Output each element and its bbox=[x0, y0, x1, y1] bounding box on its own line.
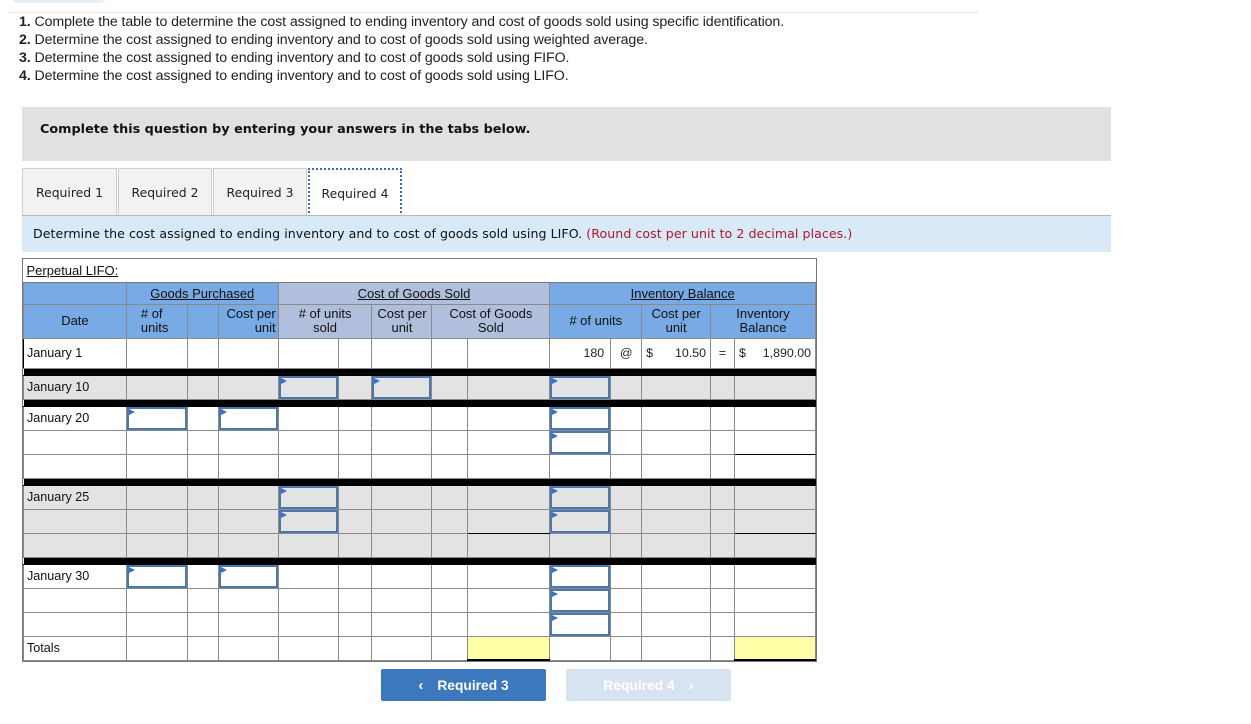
instruction-banner: Complete this question by entering your … bbox=[22, 107, 1111, 161]
ib-units-input[interactable] bbox=[549, 587, 612, 613]
next-button-label: Required 4 bbox=[603, 677, 675, 693]
ib-cost-value: $10.50 bbox=[641, 337, 712, 369]
table-row-jan25-3 bbox=[23, 532, 817, 558]
chevron-left-icon: ‹ bbox=[418, 676, 424, 694]
top-scroll-pill bbox=[12, 0, 106, 3]
instruction-text: Complete this question by entering your … bbox=[40, 122, 531, 137]
equals-symbol: = bbox=[710, 337, 735, 369]
question-item: 3. Determine the cost assigned to ending… bbox=[19, 50, 570, 66]
tab-required-2[interactable]: Required 2 bbox=[118, 168, 212, 216]
date-cell: January 25 bbox=[23, 484, 127, 510]
header-date: Date bbox=[23, 303, 127, 339]
gp-units-input[interactable] bbox=[125, 563, 188, 589]
sub-instruction: Determine the cost assigned to ending in… bbox=[22, 216, 1111, 252]
tab-bar: Required 1 Required 2 Required 3 Require… bbox=[22, 168, 403, 217]
tab-required-4[interactable]: Required 4 bbox=[308, 168, 402, 217]
row-separator bbox=[23, 556, 816, 565]
ib-units-input[interactable] bbox=[549, 611, 612, 637]
row-separator bbox=[23, 367, 816, 376]
row-separator bbox=[23, 398, 816, 407]
date-cell: January 20 bbox=[23, 405, 127, 431]
perpetual-lifo-table: Perpetual LIFO: Goods Purchased Cost of … bbox=[22, 258, 817, 662]
header-gp-cost: Cost per unit bbox=[217, 303, 279, 339]
cogs-cost-input[interactable] bbox=[371, 374, 433, 400]
table-row-jan1: January 1 180 @ $10.50 = $1,890.00 bbox=[23, 337, 817, 369]
header-ib-balance: Inventory Balance bbox=[710, 303, 816, 339]
cogs-units-input[interactable] bbox=[277, 374, 339, 400]
prev-required-3-button[interactable]: ‹ Required 3 bbox=[381, 669, 546, 701]
next-required-4-button: Required 4 › bbox=[566, 669, 731, 701]
ib-units-value: 180 bbox=[549, 337, 612, 369]
table-title: Perpetual LIFO: bbox=[23, 259, 816, 283]
date-cell: January 1 bbox=[23, 337, 127, 369]
ib-units-input[interactable] bbox=[549, 429, 612, 455]
gp-cost-input[interactable] bbox=[217, 405, 279, 431]
rounding-note: (Round cost per unit to 2 decimal places… bbox=[586, 226, 853, 241]
table-row-jan30: January 30 bbox=[23, 563, 817, 589]
sub-instruction-text: Determine the cost assigned to ending in… bbox=[33, 226, 583, 241]
date-cell: January 10 bbox=[23, 374, 127, 400]
ending-inventory-total-cell bbox=[733, 635, 817, 661]
table-row-jan25: January 25 bbox=[23, 484, 817, 510]
table-row-jan30-3 bbox=[23, 611, 817, 637]
header-goods-purchased: Goods Purchased bbox=[125, 281, 279, 305]
header-cogs-cost: Cost per unit bbox=[371, 303, 433, 339]
row-separator bbox=[23, 477, 816, 486]
tab-required-3[interactable]: Required 3 bbox=[213, 168, 307, 216]
gp-units-input[interactable] bbox=[125, 405, 188, 431]
header-gp-spacer bbox=[186, 303, 219, 339]
question-item: 2. Determine the cost assigned to ending… bbox=[19, 32, 648, 48]
gp-cost-input[interactable] bbox=[217, 563, 279, 589]
ib-units-input[interactable] bbox=[549, 563, 612, 589]
chevron-right-icon: › bbox=[688, 676, 694, 694]
cogs-units-input[interactable] bbox=[277, 508, 339, 534]
ib-units-input[interactable] bbox=[549, 405, 612, 431]
table-row-jan20: January 20 bbox=[23, 405, 817, 431]
ib-units-input[interactable] bbox=[549, 508, 612, 534]
totals-label: Totals bbox=[23, 635, 127, 661]
header-cost-of-goods-sold: Cost of Goods Sold bbox=[277, 281, 551, 305]
header-gp-units: # of units bbox=[125, 303, 188, 339]
tab-required-1[interactable]: Required 1 bbox=[22, 168, 117, 216]
header-inventory-balance: Inventory Balance bbox=[549, 281, 816, 305]
cogs-total-cell bbox=[467, 635, 551, 661]
header-blank bbox=[23, 281, 127, 305]
question-item: 4. Determine the cost assigned to ending… bbox=[19, 68, 569, 84]
table-row-jan20-3 bbox=[23, 453, 817, 479]
header-ib-units: # of units bbox=[549, 303, 643, 339]
cogs-units-input[interactable] bbox=[277, 484, 339, 510]
ib-balance-value: $1,890.00 bbox=[733, 337, 817, 369]
ib-units-input[interactable] bbox=[549, 374, 612, 400]
header-cogs-units: # of units sold bbox=[277, 303, 373, 339]
table-row-jan20-2 bbox=[23, 429, 817, 455]
table-row-jan25-2 bbox=[23, 508, 817, 534]
header-ib-cost: Cost per unit bbox=[641, 303, 712, 339]
ib-units-input[interactable] bbox=[549, 484, 612, 510]
table-row-totals: Totals bbox=[23, 635, 817, 661]
header-cogs-total: Cost of Goods Sold bbox=[431, 303, 551, 339]
question-item: 1. Complete the table to determine the c… bbox=[19, 14, 785, 30]
prev-button-label: Required 3 bbox=[437, 677, 509, 693]
at-symbol: @ bbox=[610, 337, 643, 369]
question-list: 1. Complete the table to determine the c… bbox=[19, 13, 784, 85]
table-row-jan30-2 bbox=[23, 587, 817, 613]
table-row-jan10: January 10 bbox=[23, 374, 817, 400]
date-cell: January 30 bbox=[23, 563, 127, 589]
